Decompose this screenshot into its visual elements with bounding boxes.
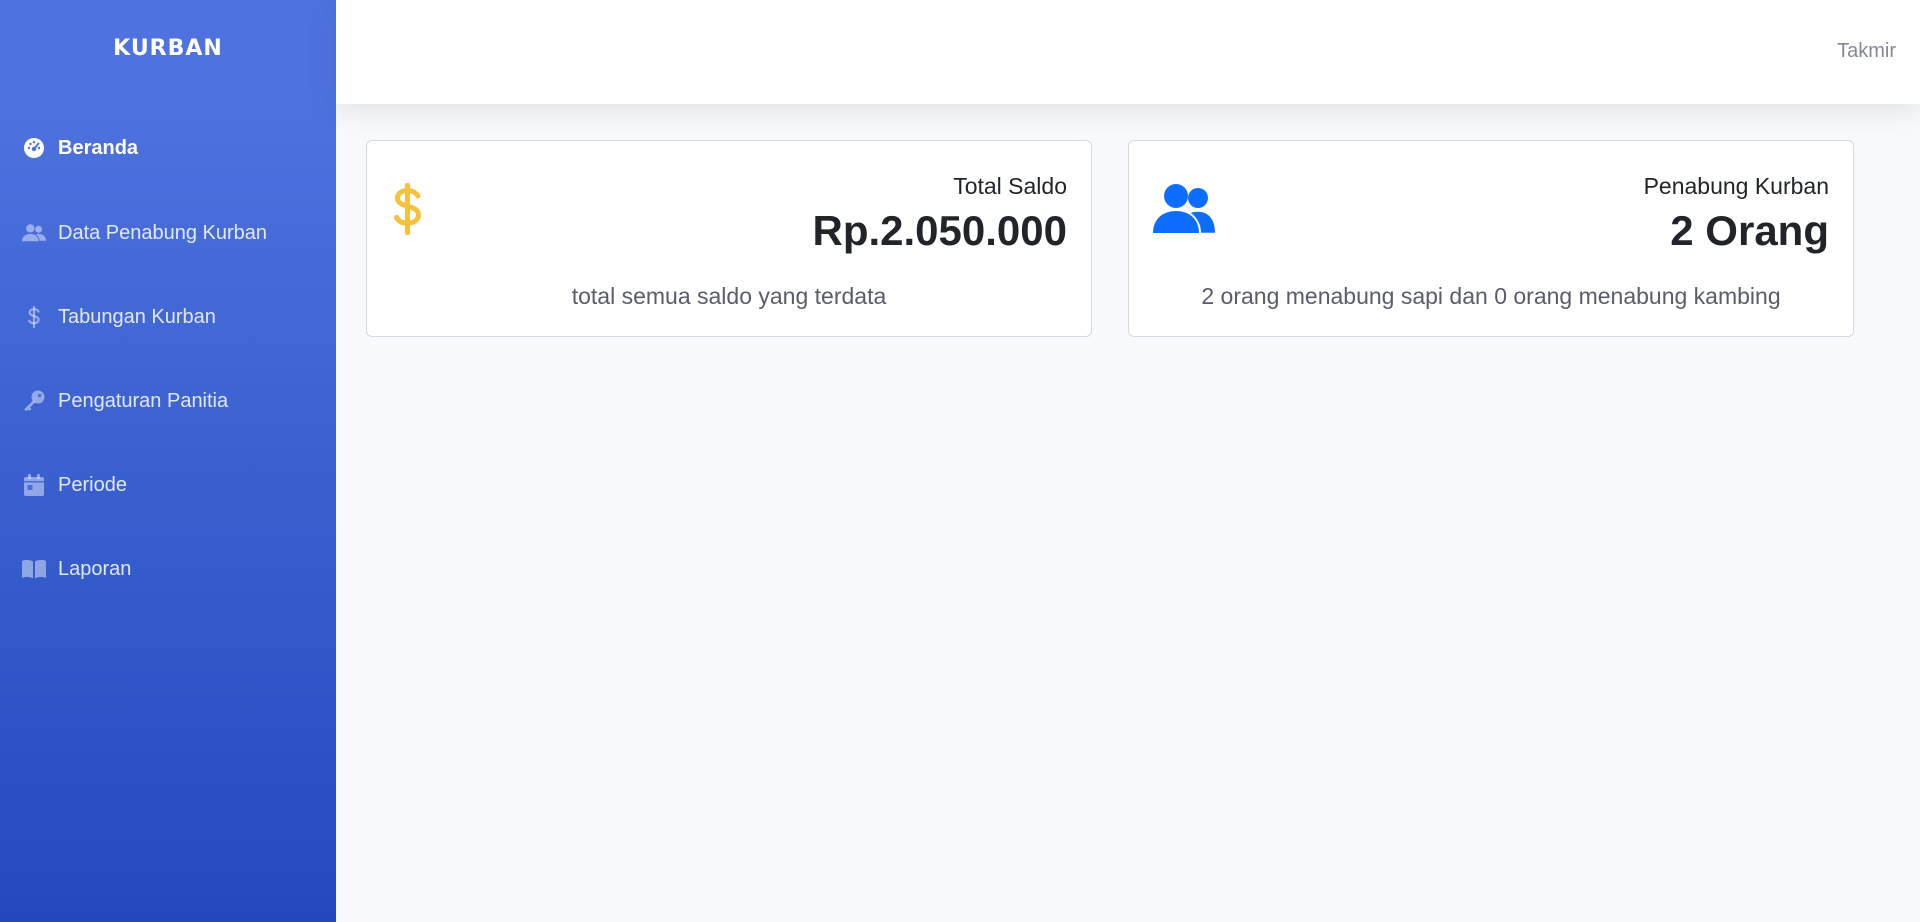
user-menu[interactable]: Takmir (1837, 40, 1896, 63)
users-icon (1153, 183, 1215, 238)
total-saldo-value: Rp.2.050.000 (812, 207, 1067, 254)
key-icon (22, 389, 46, 413)
card-title: Penabung Kurban (1643, 173, 1829, 199)
dollar-icon (391, 182, 425, 240)
sidebar-item-label: Laporan (58, 557, 132, 580)
users-icon (22, 221, 46, 245)
penabung-kurban-card: Penabung Kurban 2 Orang 2 orang menabung… (1128, 140, 1854, 337)
card-description: total semua saldo yang terdata (571, 283, 887, 309)
sidebar-item-periode[interactable]: Periode (0, 455, 336, 515)
sidebar-item-label: Tabungan Kurban (58, 305, 216, 328)
sidebar-item-data-penabung[interactable]: Data Penabung Kurban (0, 203, 336, 263)
dollar-icon (22, 305, 46, 329)
book-icon (22, 557, 46, 581)
sidebar-item-pengaturan-panitia[interactable]: Pengaturan Panitia (0, 371, 336, 431)
tachometer-icon (22, 136, 46, 160)
card-description: 2 orang menabung sapi dan 0 orang menabu… (1201, 283, 1781, 309)
sidebar-item-beranda[interactable]: Beranda (0, 118, 336, 178)
sidebar-item-laporan[interactable]: Laporan (0, 539, 336, 599)
card-title: Total Saldo (953, 173, 1067, 199)
sidebar: KURBAN Beranda Data Penabung Kurban Tabu… (0, 0, 336, 922)
brand-logo[interactable]: KURBAN (0, 36, 336, 61)
penabung-count-value: 2 Orang (1670, 207, 1829, 254)
total-saldo-card: Total Saldo Rp.2.050.000 total semua sal… (366, 140, 1092, 337)
calendar-icon (22, 473, 46, 497)
topbar: Takmir (336, 0, 1920, 104)
sidebar-item-label: Data Penabung Kurban (58, 221, 268, 244)
sidebar-item-label: Periode (58, 473, 127, 496)
sidebar-item-label: Beranda (58, 136, 139, 159)
sidebar-item-label: Pengaturan Panitia (58, 389, 229, 412)
sidebar-item-tabungan[interactable]: Tabungan Kurban (0, 287, 336, 347)
